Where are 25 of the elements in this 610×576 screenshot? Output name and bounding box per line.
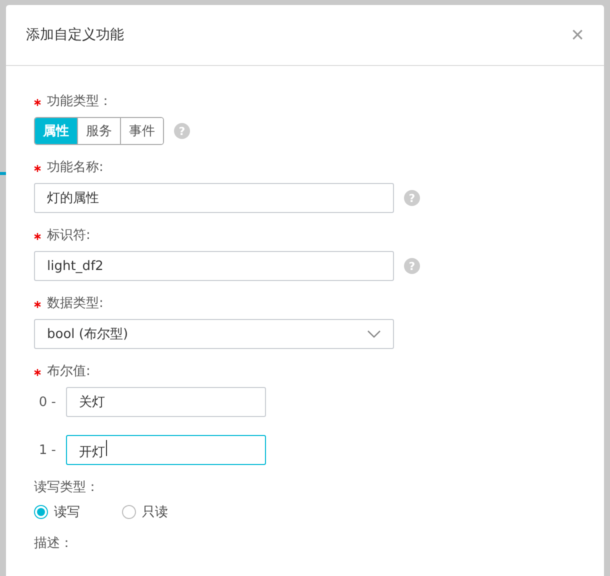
field-label: 数据类型: [47, 295, 104, 313]
chevron-down-icon [367, 330, 381, 338]
value-prefix: 0 - [38, 394, 56, 410]
field-label: 标识符: [47, 227, 90, 245]
select-field[interactable]: bool (布尔型) [34, 319, 394, 349]
field-label: 功能类型： [47, 93, 112, 111]
field-label: 功能名称: [47, 159, 104, 177]
field-label: 读写类型： [34, 479, 99, 497]
value-field[interactable]: 开灯 [66, 435, 266, 465]
radio-icon[interactable] [34, 505, 48, 519]
required-icon [34, 300, 41, 308]
field-label: 布尔值: [47, 363, 90, 381]
value-prefix: 1 - [38, 442, 56, 458]
field-label: 描述： [34, 535, 73, 553]
radio-option[interactable]: 只读 [122, 503, 168, 521]
radio-option[interactable]: 读写 [34, 503, 80, 521]
required-icon [34, 164, 41, 172]
text-field[interactable]: 灯的属性 [34, 183, 394, 213]
value-field[interactable]: 关灯 [66, 387, 266, 417]
dialog-title: 添加自定义功能 [26, 26, 124, 44]
radio-icon[interactable] [122, 505, 136, 519]
required-icon [34, 368, 41, 376]
required-icon [34, 232, 41, 240]
text-field[interactable]: light_df2 [34, 251, 394, 281]
required-icon [34, 98, 41, 106]
